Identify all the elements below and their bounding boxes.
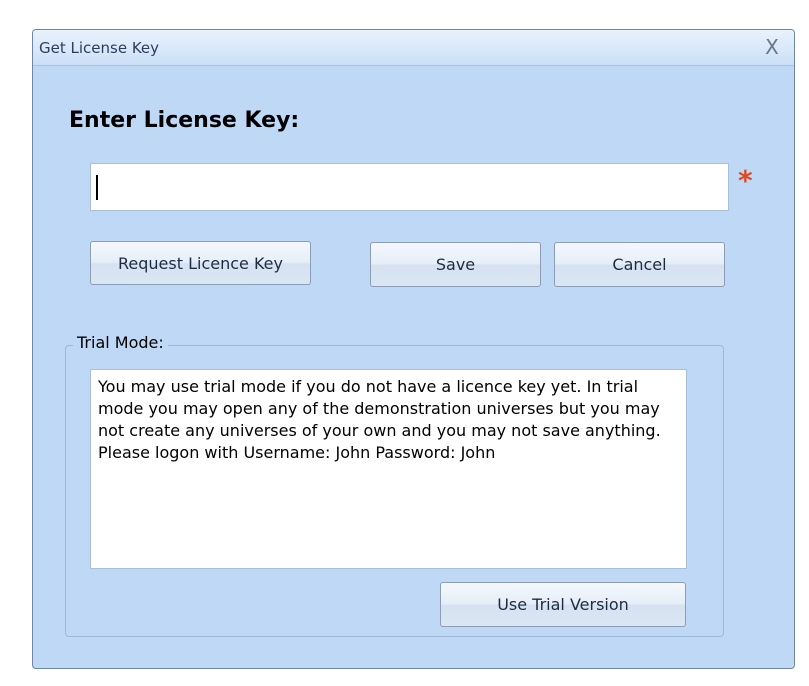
window-title: Get License Key [39, 39, 160, 57]
save-button[interactable]: Save [370, 242, 541, 287]
required-field-marker: * [738, 164, 753, 197]
close-icon[interactable]: X [758, 34, 786, 60]
license-key-input[interactable] [90, 163, 729, 211]
text-caret [96, 175, 98, 200]
get-license-key-dialog: Get License Key X Enter License Key: * R… [32, 29, 795, 669]
title-bar[interactable]: Get License Key X [33, 30, 794, 66]
trial-mode-label: Trial Mode: [73, 333, 168, 352]
trial-mode-description[interactable]: You may use trial mode if you do not hav… [90, 369, 687, 569]
cancel-button[interactable]: Cancel [554, 242, 725, 287]
request-licence-key-button[interactable]: Request Licence Key [90, 241, 311, 285]
use-trial-version-button[interactable]: Use Trial Version [440, 582, 686, 627]
enter-license-key-heading: Enter License Key: [69, 108, 300, 133]
